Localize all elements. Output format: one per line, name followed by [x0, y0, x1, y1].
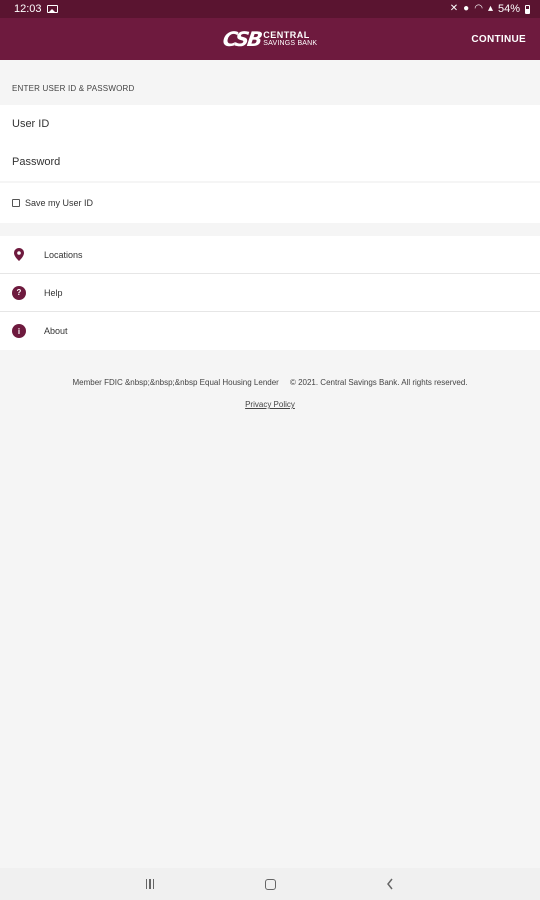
status-left: 12:03 — [14, 3, 58, 15]
status-time: 12:03 — [14, 3, 42, 15]
menu-item-locations[interactable]: Locations — [0, 236, 540, 274]
menu-item-label: Locations — [44, 249, 83, 260]
gallery-notification-icon — [46, 5, 58, 13]
battery-icon — [525, 4, 530, 14]
location-status-icon: ● — [463, 3, 470, 14]
info-icon: i — [12, 324, 26, 338]
status-bar: 12:03 ✕ ● ◠ ▴ 54% — [0, 0, 540, 18]
status-right: ✕ ● ◠ ▴ 54% — [450, 3, 530, 15]
save-userid-checkbox[interactable] — [12, 199, 20, 207]
continue-button[interactable]: CONTINUE — [471, 18, 526, 60]
privacy-policy-label[interactable]: Privacy Policy — [245, 400, 295, 409]
menu-item-label: About — [44, 326, 68, 336]
userid-input[interactable] — [12, 118, 540, 130]
privacy-policy-link[interactable]: Privacy Policy — [0, 400, 540, 409]
menu-item-about[interactable]: i About — [0, 312, 540, 350]
app-bar: CSB CENTRAL SAVINGS BANK CONTINUE — [0, 18, 540, 60]
menu-item-help[interactable]: ? Help — [0, 274, 540, 312]
bank-logo: CSB CENTRAL SAVINGS BANK — [220, 27, 318, 51]
info-icon-wrap: i — [12, 324, 26, 338]
home-button[interactable] — [260, 874, 280, 894]
back-button[interactable] — [380, 874, 400, 894]
recents-button[interactable] — [140, 874, 160, 894]
save-userid-label: Save my User ID — [25, 198, 94, 208]
logo-line1: CENTRAL — [263, 30, 310, 40]
wifi-icon: ◠ — [474, 3, 483, 14]
logo-text: CENTRAL SAVINGS BANK — [263, 30, 318, 48]
system-nav-bar — [0, 868, 540, 900]
signal-icon: ▴ — [487, 3, 493, 14]
back-icon — [387, 878, 393, 890]
mute-icon: ✕ — [449, 3, 459, 14]
location-pin-icon — [12, 248, 26, 262]
menu-list: Locations ? Help i About — [0, 236, 540, 350]
login-section-label: ENTER USER ID & PASSWORD — [12, 84, 135, 93]
help-icon-wrap: ? — [12, 285, 26, 300]
password-field[interactable] — [0, 143, 540, 181]
battery-percent: 54% — [497, 3, 520, 15]
password-input[interactable] — [12, 156, 540, 168]
userid-field[interactable] — [0, 105, 540, 143]
save-userid-row[interactable]: Save my User ID — [0, 183, 540, 223]
help-icon: ? — [12, 285, 26, 300]
logo-mark: CSB — [220, 27, 262, 51]
menu-item-label: Help — [44, 287, 63, 298]
footer-disclaimer: Member FDIC &nbsp;&nbsp;&nbsp Equal Hous… — [72, 378, 468, 387]
home-icon — [264, 878, 276, 890]
logo-line2: SAVINGS BANK — [263, 40, 318, 47]
recents-icon — [145, 879, 155, 889]
